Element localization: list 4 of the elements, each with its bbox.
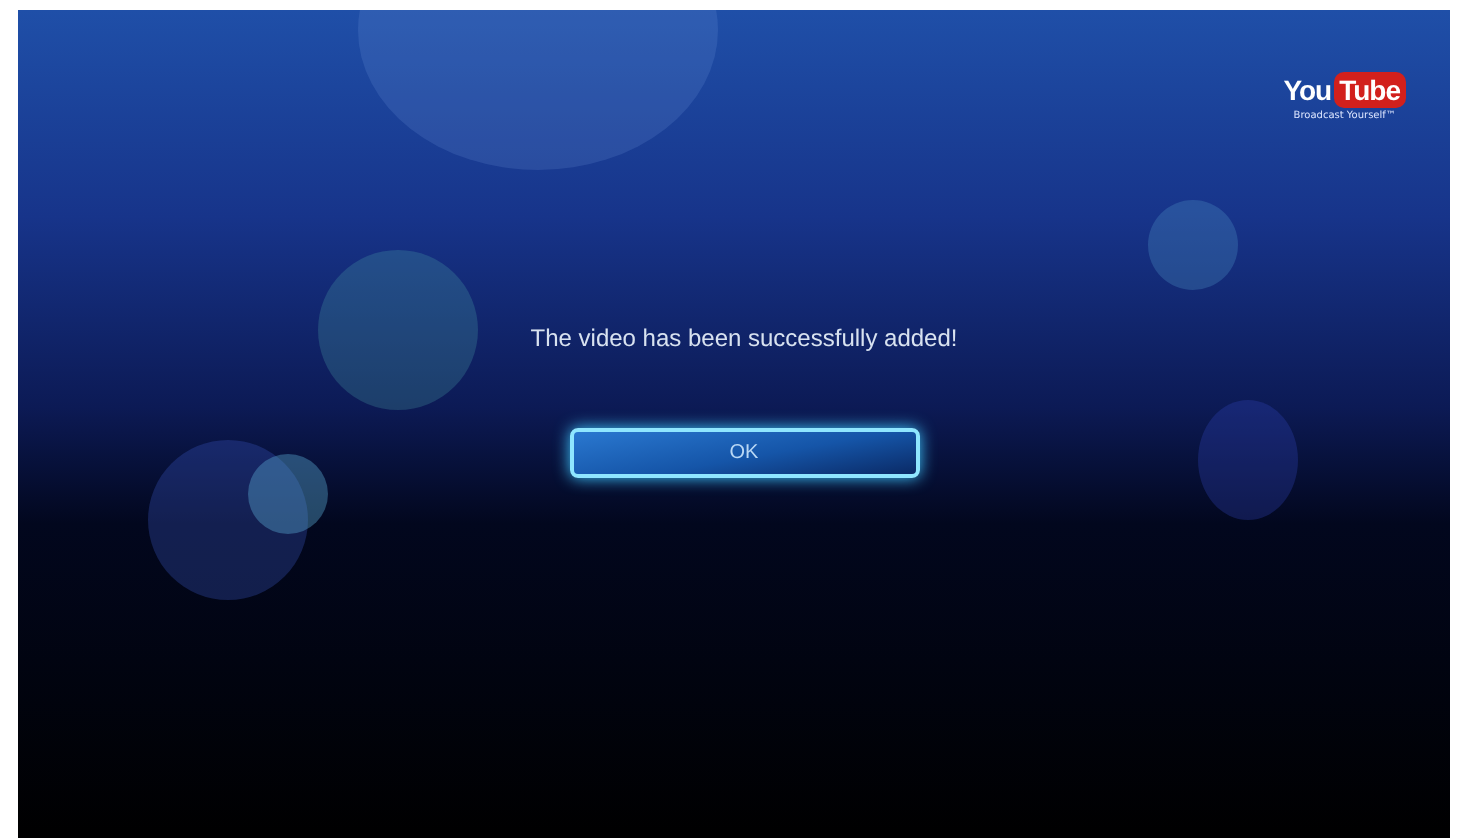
- ok-button[interactable]: OK: [569, 428, 919, 478]
- dialog-message: The video has been successfully added!: [530, 324, 958, 352]
- logo-text: You: [1283, 74, 1332, 106]
- logo-badge: Tube: [1333, 72, 1406, 108]
